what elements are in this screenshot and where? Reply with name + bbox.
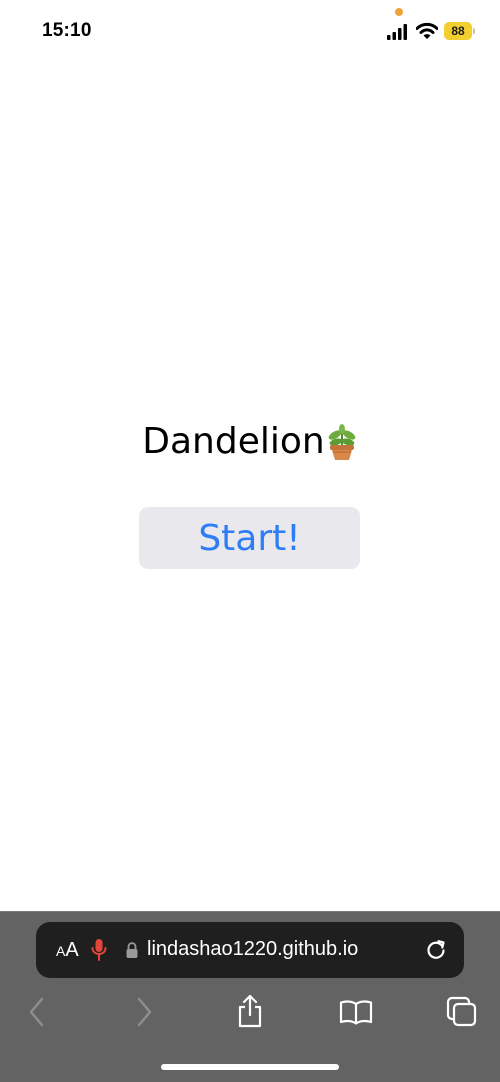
reload-icon[interactable] (424, 937, 448, 961)
text-size-large-label: A (65, 939, 79, 961)
page-title-text: Dandelion (142, 421, 325, 462)
share-icon[interactable] (235, 994, 265, 1028)
phone-screen: 15:10 88 Dandelion Start! AA lindashao12… (0, 0, 500, 1082)
page-title: Dandelion (0, 421, 500, 462)
text-size-button[interactable]: AA (56, 939, 79, 963)
signal-icon (387, 24, 407, 40)
address-bar[interactable]: AA lindashao1220.github.io (36, 922, 464, 978)
url-text[interactable]: lindashao1220.github.io (147, 937, 358, 961)
tabs-icon[interactable] (446, 996, 478, 1028)
forward-icon[interactable] (134, 996, 154, 1028)
text-size-small-label: A (56, 943, 66, 959)
status-bar: 15:10 88 (0, 0, 500, 62)
microphone-icon[interactable] (91, 938, 107, 962)
battery-icon: 88 (444, 22, 472, 40)
lock-icon (126, 942, 138, 958)
battery-tip (473, 28, 475, 34)
status-time: 15:10 (42, 20, 92, 41)
potted-plant-icon (328, 423, 356, 460)
home-indicator[interactable] (161, 1064, 339, 1070)
browser-toolbar: AA lindashao1220.github.io (0, 911, 500, 1082)
start-button[interactable]: Start! (139, 507, 360, 569)
wifi-icon (416, 22, 438, 39)
back-icon[interactable] (27, 996, 47, 1028)
privacy-indicator-dot (395, 8, 403, 16)
bookmarks-icon[interactable] (339, 999, 373, 1025)
